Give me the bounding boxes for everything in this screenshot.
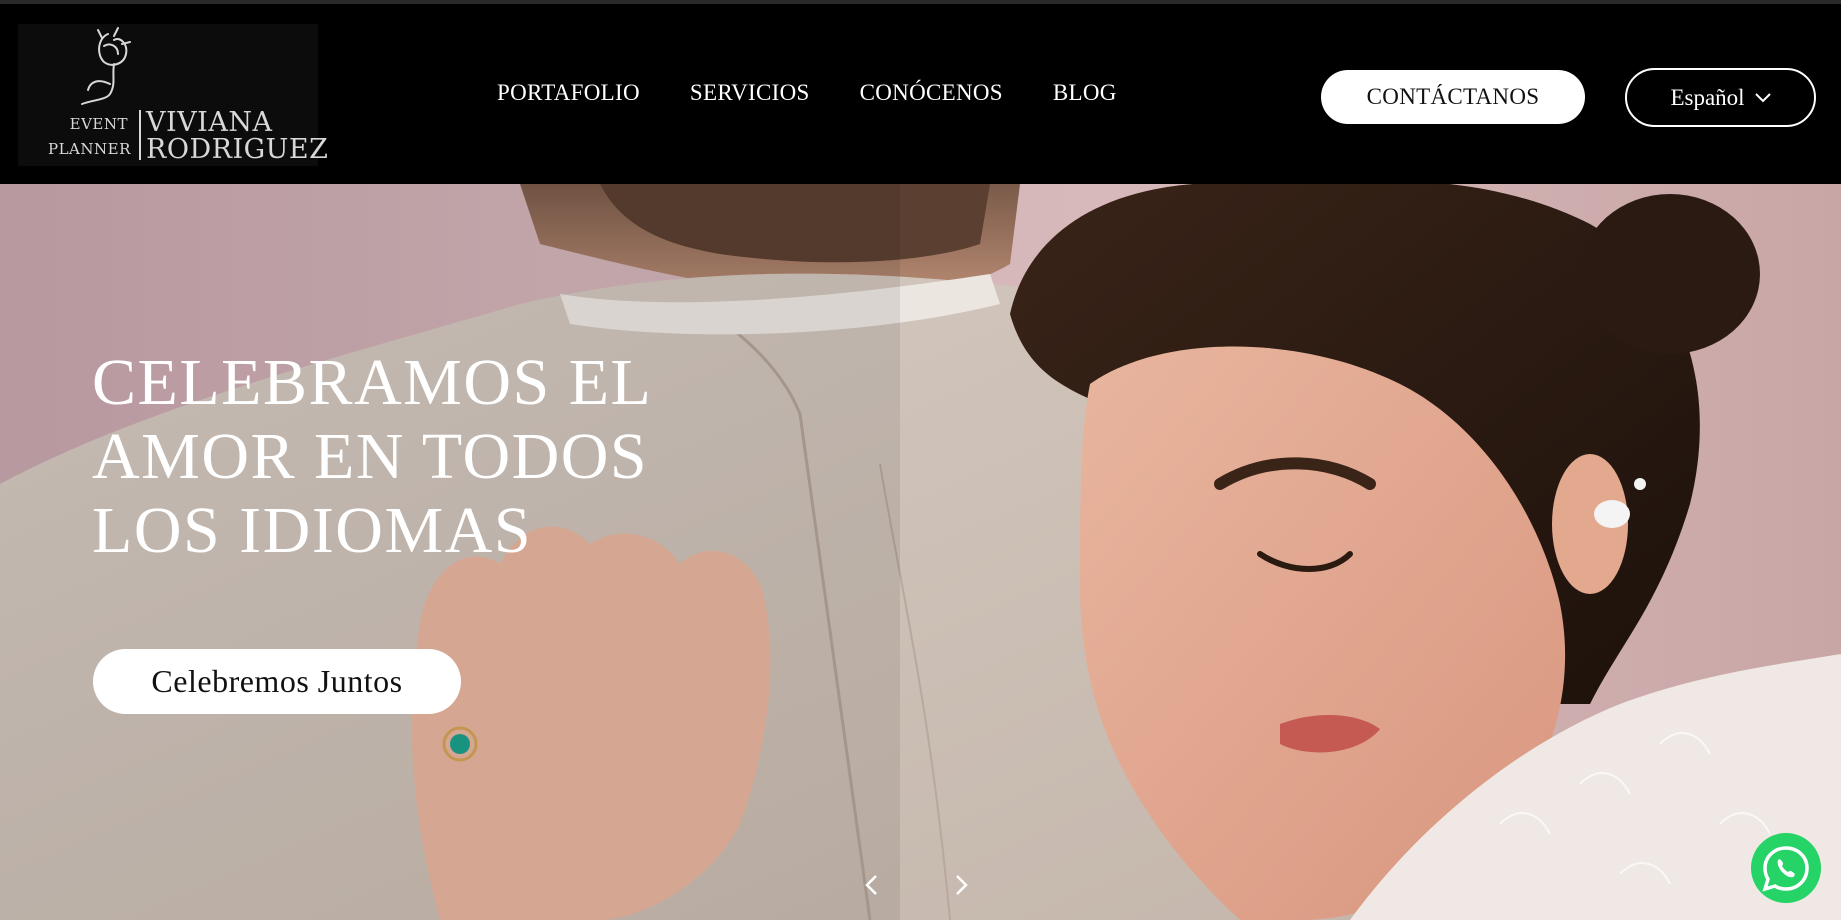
hero-title-line: CELEBRAMOS EL xyxy=(92,346,653,419)
hero-title-line: AMOR EN TODOS xyxy=(92,420,649,493)
nav-item-conocenos[interactable]: CONÓCENOS xyxy=(860,80,1003,106)
hero-title-line: LOS IDIOMAS xyxy=(92,494,533,567)
hero-slider: CELEBRAMOS EL AMOR EN TODOS LOS IDIOMAS … xyxy=(0,184,1841,920)
slider-prev-button[interactable] xyxy=(856,870,886,900)
logo-event-text: EVENT xyxy=(69,115,128,133)
nav-item-blog[interactable]: BLOG xyxy=(1053,80,1117,106)
celebrate-together-button[interactable]: Celebremos Juntos xyxy=(93,649,461,714)
logo-name: VIVIANA RODRIGUEZ xyxy=(146,109,328,163)
hero-title: CELEBRAMOS EL AMOR EN TODOS LOS IDIOMAS xyxy=(92,346,792,568)
logo-event-planner: EVENT PLANNER xyxy=(48,112,131,162)
nav-item-servicios[interactable]: SERVICIOS xyxy=(690,80,810,106)
logo-last-name: RODRIGUEZ xyxy=(146,134,329,165)
contact-button[interactable]: CONTÁCTANOS xyxy=(1321,70,1585,124)
logo-divider xyxy=(139,110,141,160)
cta-label: Celebremos Juntos xyxy=(151,663,403,699)
brand-logo[interactable]: EVENT PLANNER VIVIANA RODRIGUEZ xyxy=(18,24,328,166)
main-nav: PORTAFOLIO SERVICIOS CONÓCENOS BLOG xyxy=(497,80,1117,106)
logo-first-name: VIVIANA xyxy=(146,107,273,138)
contact-button-label: CONTÁCTANOS xyxy=(1366,84,1540,109)
whatsapp-icon xyxy=(1751,833,1821,903)
chevron-left-icon xyxy=(865,875,877,895)
slider-next-button[interactable] xyxy=(947,870,977,900)
chevron-down-icon xyxy=(1754,92,1771,102)
nav-item-portafolio[interactable]: PORTAFOLIO xyxy=(497,80,640,106)
site-header: EVENT PLANNER VIVIANA RODRIGUEZ PORTAFOL… xyxy=(0,4,1841,184)
whatsapp-chat-button[interactable] xyxy=(1750,833,1838,903)
language-selector[interactable]: Español xyxy=(1625,68,1816,127)
language-label: Español xyxy=(1670,84,1745,110)
chevron-right-icon xyxy=(956,875,968,895)
logo-planner-text: PLANNER xyxy=(48,140,131,158)
